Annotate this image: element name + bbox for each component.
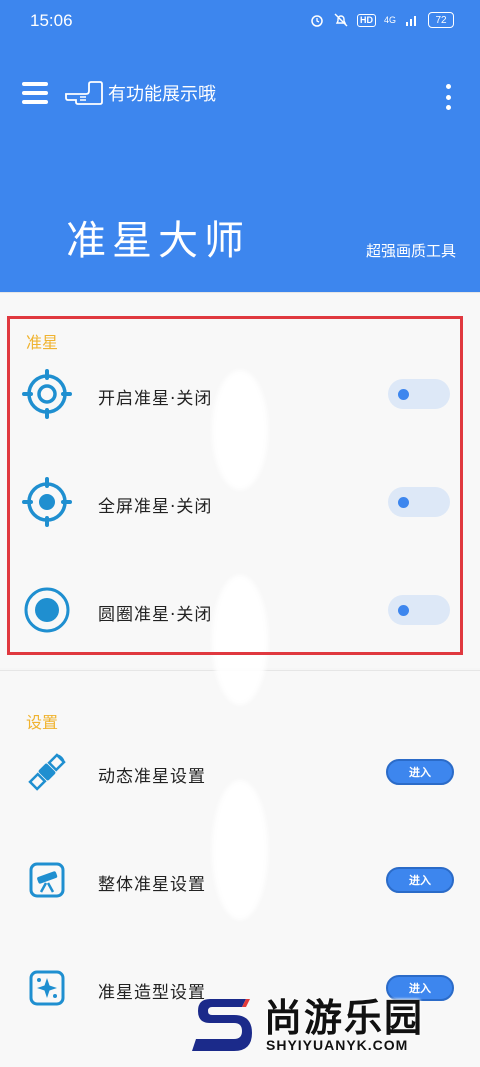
signal-icon xyxy=(404,12,420,28)
overall-setting-enter-button[interactable]: 进入 xyxy=(386,867,454,893)
app-title: 准星大师 xyxy=(66,218,250,264)
mute-bell-icon xyxy=(333,12,349,28)
network-label: 4G xyxy=(383,15,396,25)
watermark-text: 尚游乐园 xyxy=(264,996,425,1040)
pointing-hand-icon xyxy=(65,81,103,105)
status-time: 15:06 xyxy=(30,11,73,30)
more-options-button[interactable] xyxy=(444,84,452,110)
watermark-url: SHYIYUANYK.COM xyxy=(266,1037,409,1053)
app-header: 有功能展示哦 准星大师 超强画质工具 xyxy=(0,42,480,292)
highlight-box xyxy=(7,316,463,655)
overall-setting-label: 整体准星设置 xyxy=(98,875,206,895)
watermark: 尚游乐园 SHYIYUANYK.COM xyxy=(190,987,470,1067)
sparkle-icon xyxy=(29,970,65,1006)
alarm-icon xyxy=(309,12,325,28)
status-bar: 15:06 HD 4G 72 xyxy=(0,0,480,42)
dynamic-setting-enter-button[interactable]: 进入 xyxy=(386,759,454,785)
more-vertical-icon xyxy=(445,84,451,89)
hint-text: 有功能展示哦 xyxy=(108,84,216,105)
overlay-blob xyxy=(212,780,268,920)
status-icons: HD 4G 72 xyxy=(309,12,454,28)
dynamic-setting-label: 动态准星设置 xyxy=(98,767,206,787)
battery-indicator: 72 xyxy=(428,12,454,28)
feature-hint[interactable]: 有功能展示哦 xyxy=(64,80,216,106)
menu-icon xyxy=(22,82,48,86)
watermark-logo-icon xyxy=(192,999,252,1051)
satellite-icon xyxy=(28,753,66,791)
hd-icon: HD xyxy=(356,13,376,27)
section-label-settings: 设置 xyxy=(26,713,59,732)
telescope-icon xyxy=(29,862,65,898)
menu-button[interactable] xyxy=(22,82,48,106)
app-subtitle: 超强画质工具 xyxy=(365,242,456,260)
